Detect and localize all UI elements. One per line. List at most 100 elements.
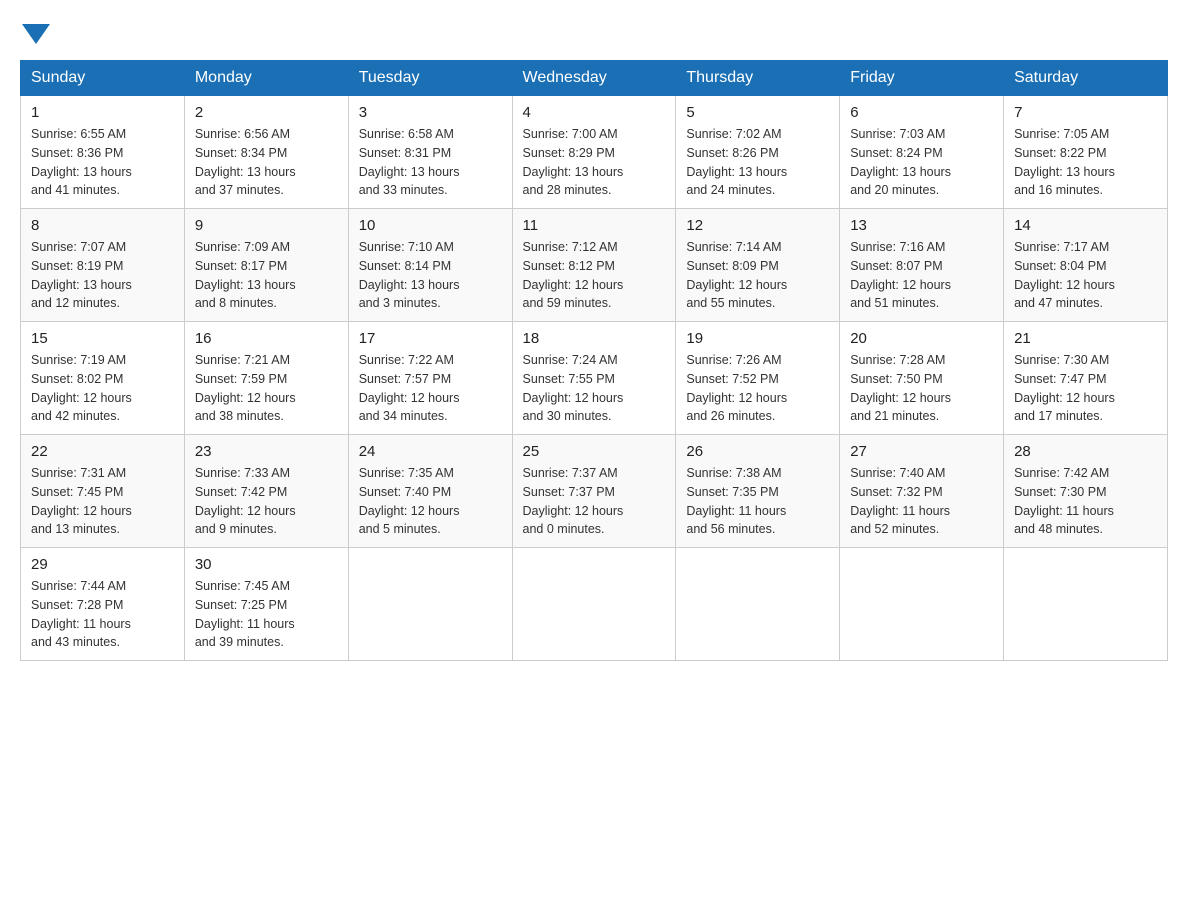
day-number: 15 bbox=[31, 330, 174, 347]
day-number: 11 bbox=[523, 217, 666, 234]
calendar-cell: 2 Sunrise: 6:56 AMSunset: 8:34 PMDaylight… bbox=[184, 96, 348, 209]
day-number: 1 bbox=[31, 104, 174, 121]
calendar-cell: 25 Sunrise: 7:37 AMSunset: 7:37 PMDayligh… bbox=[512, 435, 676, 548]
day-number: 17 bbox=[359, 330, 502, 347]
day-info: Sunrise: 7:28 AMSunset: 7:50 PMDaylight:… bbox=[850, 351, 993, 426]
calendar-header-row: SundayMondayTuesdayWednesdayThursdayFrid… bbox=[21, 61, 1168, 96]
day-info: Sunrise: 7:16 AMSunset: 8:07 PMDaylight:… bbox=[850, 238, 993, 313]
calendar-cell: 30 Sunrise: 7:45 AMSunset: 7:25 PMDayligh… bbox=[184, 548, 348, 661]
day-info: Sunrise: 7:30 AMSunset: 7:47 PMDaylight:… bbox=[1014, 351, 1157, 426]
calendar-cell: 26 Sunrise: 7:38 AMSunset: 7:35 PMDayligh… bbox=[676, 435, 840, 548]
day-number: 19 bbox=[686, 330, 829, 347]
day-number: 5 bbox=[686, 104, 829, 121]
calendar-cell: 28 Sunrise: 7:42 AMSunset: 7:30 PMDayligh… bbox=[1004, 435, 1168, 548]
day-info: Sunrise: 7:02 AMSunset: 8:26 PMDaylight:… bbox=[686, 125, 829, 200]
page-header bbox=[20, 20, 1168, 40]
day-number: 12 bbox=[686, 217, 829, 234]
calendar-cell: 6 Sunrise: 7:03 AMSunset: 8:24 PMDaylight… bbox=[840, 96, 1004, 209]
calendar-cell: 15 Sunrise: 7:19 AMSunset: 8:02 PMDayligh… bbox=[21, 322, 185, 435]
calendar-cell: 4 Sunrise: 7:00 AMSunset: 8:29 PMDaylight… bbox=[512, 96, 676, 209]
day-info: Sunrise: 7:37 AMSunset: 7:37 PMDaylight:… bbox=[523, 464, 666, 539]
calendar-cell bbox=[840, 548, 1004, 661]
day-number: 30 bbox=[195, 556, 338, 573]
calendar-cell bbox=[348, 548, 512, 661]
calendar-week-row: 8 Sunrise: 7:07 AMSunset: 8:19 PMDaylight… bbox=[21, 209, 1168, 322]
day-info: Sunrise: 7:00 AMSunset: 8:29 PMDaylight:… bbox=[523, 125, 666, 200]
calendar-cell: 9Sunrise: 7:09 AMSunset: 8:17 PMDaylight… bbox=[184, 209, 348, 322]
day-info: Sunrise: 7:40 AMSunset: 7:32 PMDaylight:… bbox=[850, 464, 993, 539]
calendar-cell: 20Sunrise: 7:28 AMSunset: 7:50 PMDayligh… bbox=[840, 322, 1004, 435]
day-info: Sunrise: 7:17 AMSunset: 8:04 PMDaylight:… bbox=[1014, 238, 1157, 313]
day-info: Sunrise: 7:05 AMSunset: 8:22 PMDaylight:… bbox=[1014, 125, 1157, 200]
day-number: 26 bbox=[686, 443, 829, 460]
calendar-week-row: 1 Sunrise: 6:55 AMSunset: 8:36 PMDaylight… bbox=[21, 96, 1168, 209]
day-info: Sunrise: 7:24 AMSunset: 7:55 PMDaylight:… bbox=[523, 351, 666, 426]
day-info: Sunrise: 7:31 AMSunset: 7:45 PMDaylight:… bbox=[31, 464, 174, 539]
calendar-cell: 3Sunrise: 6:58 AMSunset: 8:31 PMDaylight… bbox=[348, 96, 512, 209]
day-number: 13 bbox=[850, 217, 993, 234]
calendar-cell: 7 Sunrise: 7:05 AMSunset: 8:22 PMDaylight… bbox=[1004, 96, 1168, 209]
day-number: 8 bbox=[31, 217, 174, 234]
day-info: Sunrise: 7:33 AMSunset: 7:42 PMDaylight:… bbox=[195, 464, 338, 539]
day-info: Sunrise: 7:14 AMSunset: 8:09 PMDaylight:… bbox=[686, 238, 829, 313]
calendar-cell: 18 Sunrise: 7:24 AMSunset: 7:55 PMDayligh… bbox=[512, 322, 676, 435]
day-info: Sunrise: 7:12 AMSunset: 8:12 PMDaylight:… bbox=[523, 238, 666, 313]
day-number: 4 bbox=[523, 104, 666, 121]
day-number: 23 bbox=[195, 443, 338, 460]
day-number: 24 bbox=[359, 443, 502, 460]
calendar-cell bbox=[1004, 548, 1168, 661]
day-info: Sunrise: 7:38 AMSunset: 7:35 PMDaylight:… bbox=[686, 464, 829, 539]
day-number: 25 bbox=[523, 443, 666, 460]
calendar-cell: 11 Sunrise: 7:12 AMSunset: 8:12 PMDayligh… bbox=[512, 209, 676, 322]
day-number: 28 bbox=[1014, 443, 1157, 460]
day-info: Sunrise: 7:22 AMSunset: 7:57 PMDaylight:… bbox=[359, 351, 502, 426]
day-number: 18 bbox=[523, 330, 666, 347]
day-info: Sunrise: 7:44 AMSunset: 7:28 PMDaylight:… bbox=[31, 577, 174, 652]
calendar-cell bbox=[512, 548, 676, 661]
calendar-cell: 27 Sunrise: 7:40 AMSunset: 7:32 PMDayligh… bbox=[840, 435, 1004, 548]
header-wednesday: Wednesday bbox=[512, 61, 676, 96]
day-number: 27 bbox=[850, 443, 993, 460]
calendar-cell: 12 Sunrise: 7:14 AMSunset: 8:09 PMDayligh… bbox=[676, 209, 840, 322]
day-number: 14 bbox=[1014, 217, 1157, 234]
day-info: Sunrise: 7:45 AMSunset: 7:25 PMDaylight:… bbox=[195, 577, 338, 652]
calendar-cell: 5 Sunrise: 7:02 AMSunset: 8:26 PMDaylight… bbox=[676, 96, 840, 209]
day-info: Sunrise: 7:21 AMSunset: 7:59 PMDaylight:… bbox=[195, 351, 338, 426]
day-number: 2 bbox=[195, 104, 338, 121]
day-number: 7 bbox=[1014, 104, 1157, 121]
calendar-cell: 23 Sunrise: 7:33 AMSunset: 7:42 PMDayligh… bbox=[184, 435, 348, 548]
calendar-cell: 16 Sunrise: 7:21 AMSunset: 7:59 PMDayligh… bbox=[184, 322, 348, 435]
day-info: Sunrise: 7:35 AMSunset: 7:40 PMDaylight:… bbox=[359, 464, 502, 539]
day-number: 21 bbox=[1014, 330, 1157, 347]
day-info: Sunrise: 7:26 AMSunset: 7:52 PMDaylight:… bbox=[686, 351, 829, 426]
calendar-cell bbox=[676, 548, 840, 661]
header-saturday: Saturday bbox=[1004, 61, 1168, 96]
calendar-cell: 19 Sunrise: 7:26 AMSunset: 7:52 PMDayligh… bbox=[676, 322, 840, 435]
day-info: Sunrise: 7:42 AMSunset: 7:30 PMDaylight:… bbox=[1014, 464, 1157, 539]
day-info: Sunrise: 7:19 AMSunset: 8:02 PMDaylight:… bbox=[31, 351, 174, 426]
header-thursday: Thursday bbox=[676, 61, 840, 96]
day-info: Sunrise: 7:07 AMSunset: 8:19 PMDaylight:… bbox=[31, 238, 174, 313]
day-number: 16 bbox=[195, 330, 338, 347]
calendar-cell: 1 Sunrise: 6:55 AMSunset: 8:36 PMDaylight… bbox=[21, 96, 185, 209]
day-info: Sunrise: 6:55 AMSunset: 8:36 PMDaylight:… bbox=[31, 125, 174, 200]
header-tuesday: Tuesday bbox=[348, 61, 512, 96]
calendar-table: SundayMondayTuesdayWednesdayThursdayFrid… bbox=[20, 60, 1168, 661]
calendar-cell: 13 Sunrise: 7:16 AMSunset: 8:07 PMDayligh… bbox=[840, 209, 1004, 322]
day-info: Sunrise: 6:56 AMSunset: 8:34 PMDaylight:… bbox=[195, 125, 338, 200]
day-number: 29 bbox=[31, 556, 174, 573]
logo bbox=[20, 20, 52, 40]
calendar-week-row: 22Sunrise: 7:31 AMSunset: 7:45 PMDayligh… bbox=[21, 435, 1168, 548]
calendar-cell: 14 Sunrise: 7:17 AMSunset: 8:04 PMDayligh… bbox=[1004, 209, 1168, 322]
calendar-cell: 22Sunrise: 7:31 AMSunset: 7:45 PMDayligh… bbox=[21, 435, 185, 548]
day-number: 3 bbox=[359, 104, 502, 121]
calendar-cell: 21 Sunrise: 7:30 AMSunset: 7:47 PMDayligh… bbox=[1004, 322, 1168, 435]
calendar-cell: 29 Sunrise: 7:44 AMSunset: 7:28 PMDayligh… bbox=[21, 548, 185, 661]
day-number: 6 bbox=[850, 104, 993, 121]
calendar-cell: 24 Sunrise: 7:35 AMSunset: 7:40 PMDayligh… bbox=[348, 435, 512, 548]
header-sunday: Sunday bbox=[21, 61, 185, 96]
calendar-cell: 10Sunrise: 7:10 AMSunset: 8:14 PMDayligh… bbox=[348, 209, 512, 322]
calendar-week-row: 15 Sunrise: 7:19 AMSunset: 8:02 PMDayligh… bbox=[21, 322, 1168, 435]
day-info: Sunrise: 7:03 AMSunset: 8:24 PMDaylight:… bbox=[850, 125, 993, 200]
header-monday: Monday bbox=[184, 61, 348, 96]
